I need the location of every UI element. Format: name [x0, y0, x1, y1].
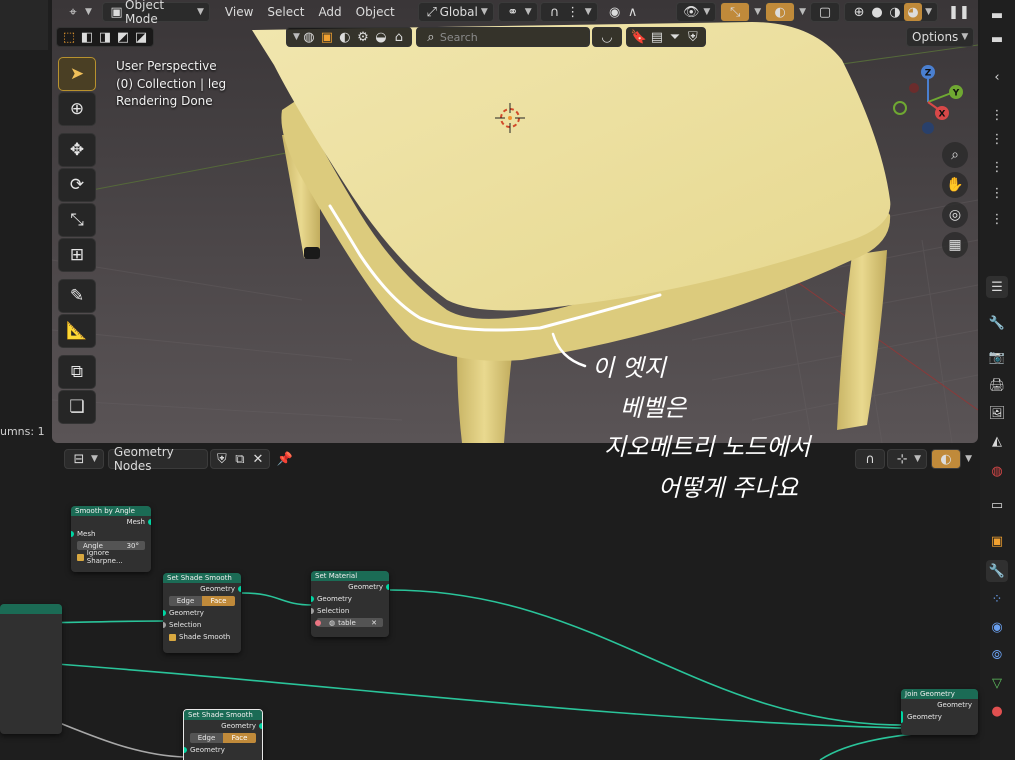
node-set-material[interactable]: Set Material Geometry Geometry Selection… — [311, 571, 389, 637]
node-title: Set Material — [311, 571, 389, 581]
link-left-to-join — [0, 659, 903, 729]
link-material-to-join — [389, 589, 903, 726]
selection-socket[interactable] — [163, 622, 166, 628]
blender-window: umns: 1 ⌖ ▼ ▣ Object Mode ▼ View Select … — [0, 0, 1015, 760]
node-title: Smooth by Angle — [71, 506, 151, 516]
input-socket[interactable] — [163, 610, 166, 616]
node-smooth-by-angle[interactable]: Smooth by Angle Mesh Mesh Angle 30° Ignor… — [71, 506, 151, 572]
material-socket[interactable] — [315, 619, 321, 626]
face-option[interactable]: Face — [223, 733, 256, 743]
face-option[interactable]: Face — [202, 596, 235, 606]
node-set-shade-smooth-2[interactable]: Set Shade Smooth Geometry Edge Face Geome… — [183, 709, 263, 760]
domain-switch[interactable]: Edge Face — [190, 733, 256, 743]
node-title: Join Geometry — [901, 689, 978, 699]
shade-smooth-checkbox[interactable]: Shade Smooth — [163, 631, 241, 643]
output-socket[interactable] — [259, 723, 262, 729]
material-sphere-icon: ◍ — [329, 618, 336, 627]
output-socket[interactable] — [148, 519, 151, 525]
input-geometry-label: Geometry — [317, 595, 352, 603]
selection-label: Selection — [317, 607, 350, 615]
output-mesh-label: Mesh — [126, 518, 145, 526]
ignore-label: Ignore Sharpne... — [86, 549, 123, 565]
input-geometry-label: Geometry — [169, 609, 204, 617]
ignore-sharpness-checkbox[interactable]: Ignore Sharpne... — [71, 549, 151, 565]
multi-input-socket[interactable] — [901, 711, 903, 723]
input-socket[interactable] — [184, 747, 187, 753]
selection-label: Selection — [169, 621, 202, 629]
output-geometry-label: Geometry — [348, 583, 383, 591]
checkbox-icon — [169, 633, 176, 641]
node-editor[interactable]: ⊟ ▼ Geometry Nodes ⛨ ⧉ ✕ 📌 ∩ ⊹ ▼ ◐ ▼ Smo… — [0, 445, 978, 760]
output-socket[interactable] — [238, 586, 241, 592]
input-mesh-label: Mesh — [77, 530, 96, 538]
node-title: Set Shade Smooth — [184, 710, 262, 720]
material-name: table — [338, 618, 356, 627]
shade-smooth-label: Shade Smooth — [179, 633, 231, 641]
node-offscreen-left[interactable] — [0, 604, 62, 734]
output-geometry-label: Geometry — [200, 585, 235, 593]
link-shade-to-material — [241, 592, 313, 606]
node-links — [0, 589, 949, 760]
output-geometry-label: Geometry — [937, 701, 972, 709]
output-geometry-label: Geometry — [221, 722, 256, 730]
output-socket[interactable] — [386, 584, 389, 590]
input-socket[interactable] — [71, 531, 74, 537]
edge-option[interactable]: Edge — [169, 596, 202, 606]
material-field[interactable]: ◍ table ✕ — [315, 618, 383, 627]
clear-material-icon[interactable]: ✕ — [371, 619, 377, 627]
node-join-geometry[interactable]: Join Geometry Geometry Geometry — [901, 689, 978, 735]
edge-option[interactable]: Edge — [190, 733, 223, 743]
node-title: Set Shade Smooth — [163, 573, 241, 583]
input-geometry-label: Geometry — [190, 746, 225, 754]
domain-switch[interactable]: Edge Face — [169, 596, 235, 606]
input-geometry-label: Geometry — [907, 713, 942, 721]
selection-socket[interactable] — [311, 608, 314, 614]
node-set-shade-smooth[interactable]: Set Shade Smooth Geometry Edge Face Geome… — [163, 573, 241, 653]
checkbox-icon — [77, 553, 84, 561]
input-socket[interactable] — [311, 596, 314, 602]
